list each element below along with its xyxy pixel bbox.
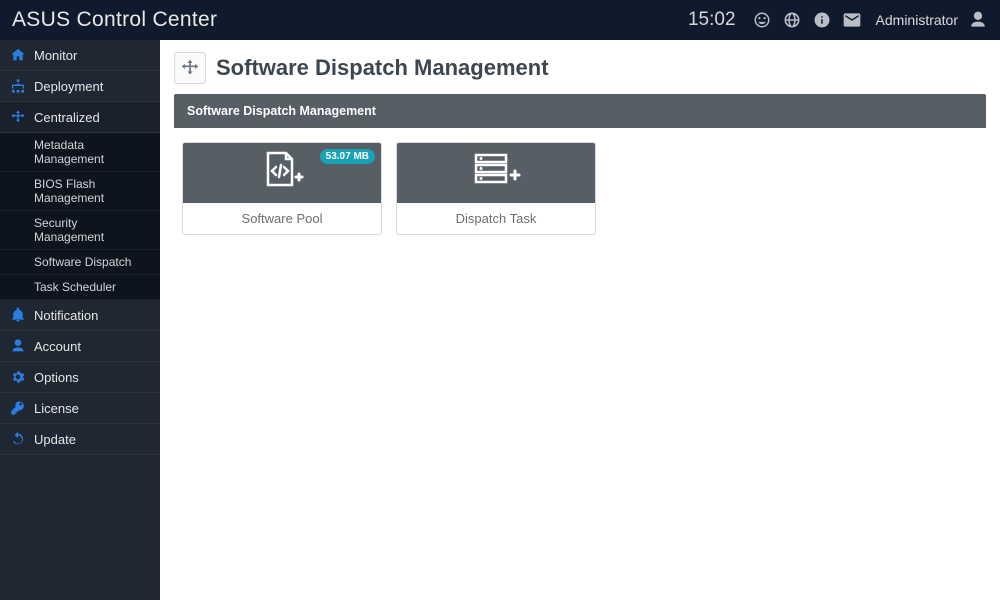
sitemap-icon [10,78,26,94]
gear-icon [10,369,26,385]
key-icon [10,400,26,416]
sidebar-item-label: Options [34,370,79,385]
card-label: Software Pool [183,203,381,234]
sidebar-item-deployment[interactable]: Deployment [0,71,160,102]
main-content: Software Dispatch Management Software Di… [160,40,1000,600]
sidebar-item-license[interactable]: License [0,393,160,424]
user-icon [10,338,26,354]
sidebar-item-label: Centralized [34,110,100,125]
sidebar-item-centralized[interactable]: Centralized [0,102,160,133]
sidebar-item-monitor[interactable]: Monitor [0,40,160,71]
page-title: Software Dispatch Management [216,55,549,81]
sidebar-sub-metadata-management[interactable]: Metadata Management [0,133,160,172]
info-icon[interactable] [812,10,832,30]
sidebar-item-label: Deployment [34,79,103,94]
sidebar-item-account[interactable]: Account [0,331,160,362]
sidebar-sub-task-scheduler[interactable]: Task Scheduler [0,275,160,300]
topbar: ASUS Control Center 15:02 Administrator [0,0,1000,40]
sidebar-item-label: License [34,401,79,416]
sidebar: Monitor Deployment Centralized Metadata … [0,40,160,600]
sidebar-item-update[interactable]: Update [0,424,160,455]
sidebar-sub-label: Task Scheduler [34,280,116,294]
server-plus-icon [470,151,522,196]
sidebar-item-label: Account [34,339,81,354]
refresh-icon [10,431,26,447]
crosshair-icon [10,109,26,125]
size-badge: 53.07 MB [320,149,375,164]
mail-icon[interactable] [842,10,862,30]
card-software-pool[interactable]: 53.07 MB Software Pool [182,142,382,235]
panel-header: Software Dispatch Management [174,94,986,128]
sidebar-item-label: Notification [34,308,98,323]
sidebar-item-notification[interactable]: Notification [0,300,160,331]
sidebar-item-options[interactable]: Options [0,362,160,393]
clock-time: 15:02 [688,9,736,31]
home-icon [10,47,26,63]
crosshair-icon [174,52,206,84]
code-file-plus-icon [258,151,306,196]
sidebar-sub-security-management[interactable]: Security Management [0,211,160,250]
sidebar-item-label: Monitor [34,48,77,63]
user-label[interactable]: Administrator [876,12,958,28]
sidebar-sub-label: BIOS Flash Management [34,177,150,205]
sidebar-sub-label: Software Dispatch [34,255,131,269]
sidebar-item-label: Update [34,432,76,447]
bell-icon [10,307,26,323]
globe-icon[interactable] [782,10,802,30]
card-top [397,143,595,203]
sidebar-sub-label: Metadata Management [34,138,150,166]
card-label: Dispatch Task [397,203,595,234]
topbar-right: 15:02 Administrator [688,9,988,31]
card-dispatch-task[interactable]: Dispatch Task [396,142,596,235]
user-avatar-icon[interactable] [968,10,988,30]
sidebar-sub-software-dispatch[interactable]: Software Dispatch [0,250,160,275]
card-top: 53.07 MB [183,143,381,203]
page-heading: Software Dispatch Management [174,52,986,84]
sidebar-sub-bios-flash-management[interactable]: BIOS Flash Management [0,172,160,211]
brand-title: ASUS Control Center [12,8,217,32]
sidebar-sub-label: Security Management [34,216,150,244]
smile-icon[interactable] [752,10,772,30]
panel-body: 53.07 MB Software Pool [174,128,986,249]
